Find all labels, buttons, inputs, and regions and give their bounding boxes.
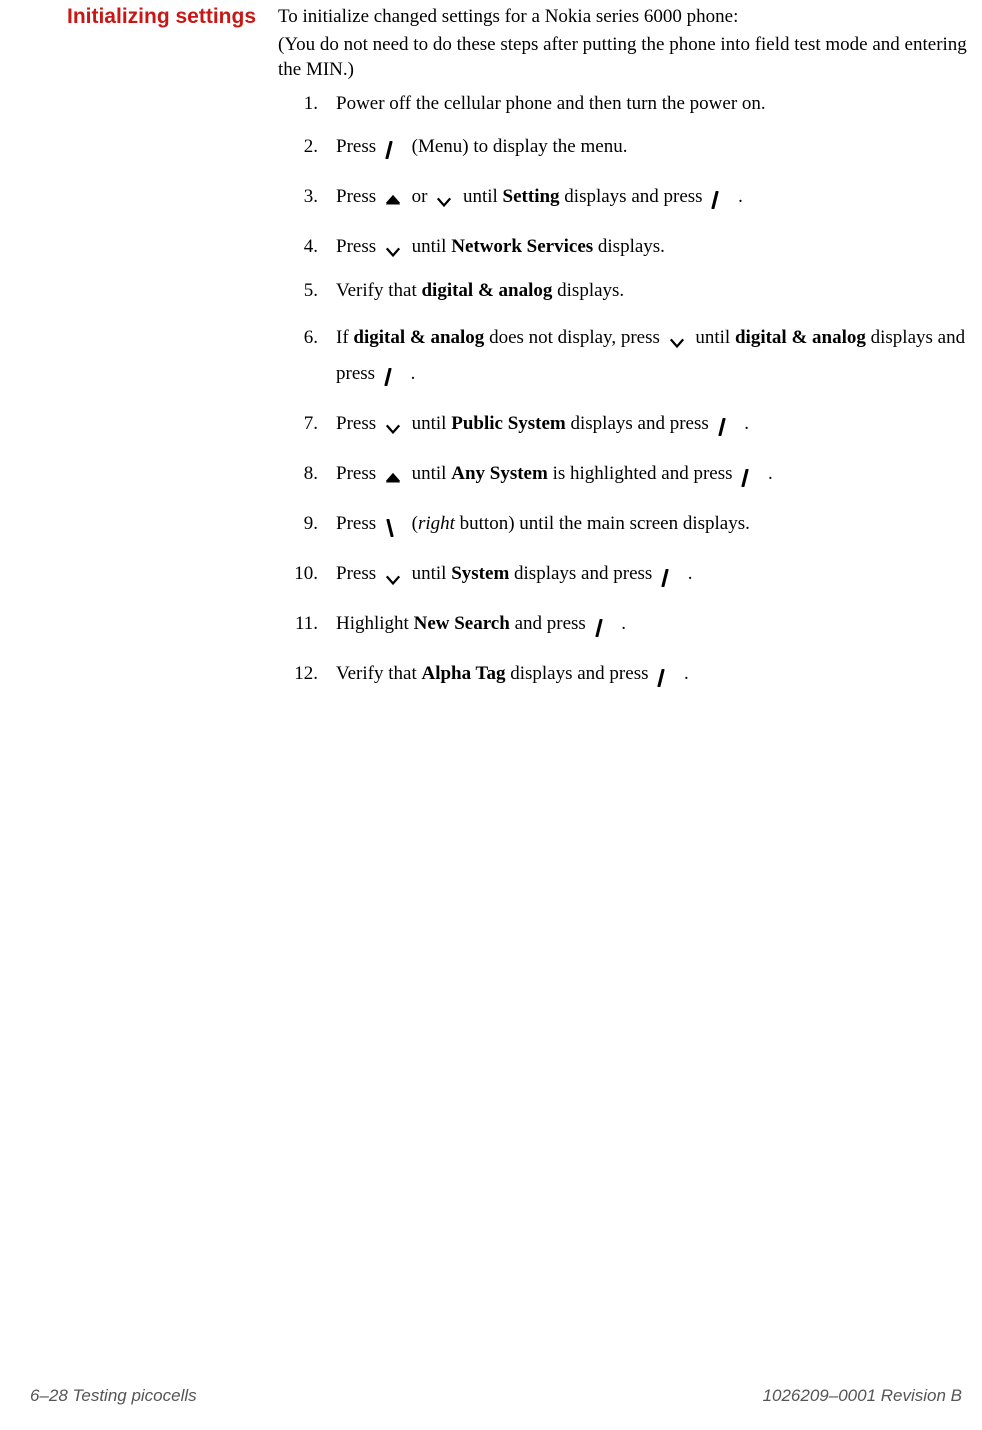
note-text: (You do not need to do these steps after… <box>278 33 972 82</box>
step-5: Verify that digital & analog displays. <box>278 279 972 304</box>
step-1: Power off the cellular phone and then tu… <box>278 92 972 117</box>
step-11: Highlight New Search and press . <box>278 606 972 642</box>
step-8: Press until Any System is highlighted an… <box>278 456 972 492</box>
step-text: . <box>768 463 773 484</box>
step-text: displays and press <box>571 413 714 434</box>
step-text: . <box>688 563 693 584</box>
step-text: button) until the main screen displays. <box>455 513 750 534</box>
step-text: Press <box>336 563 381 584</box>
step-2: Press (Menu) to display the menu. <box>278 129 972 165</box>
step-text: does not display, press <box>489 327 665 348</box>
step-text: Press <box>336 463 381 484</box>
step-text: and press <box>515 613 591 634</box>
down-arrow-icon <box>669 327 687 345</box>
step-10: Press until System displays and press . <box>278 556 972 592</box>
step-text: . <box>738 186 743 207</box>
step-bold: System <box>451 563 509 584</box>
step-bold: Network Services <box>451 236 593 257</box>
step-bold: New Search <box>414 613 510 634</box>
footer-left: 6–28 Testing picocells <box>30 1386 197 1406</box>
menu-key-icon <box>718 413 736 431</box>
menu-key-icon <box>661 564 679 582</box>
main-column: To initialize changed settings for a Nok… <box>278 5 972 706</box>
right-key-icon <box>385 514 403 532</box>
step-text: Highlight <box>336 613 414 634</box>
step-text: until <box>412 236 452 257</box>
up-arrow-icon <box>385 186 403 204</box>
down-arrow-icon <box>385 564 403 582</box>
down-arrow-icon <box>385 236 403 254</box>
step-4: Press until Network Services displays. <box>278 229 972 265</box>
step-text: or <box>412 186 433 207</box>
step-bold: Alpha Tag <box>421 663 505 684</box>
step-12: Verify that Alpha Tag displays and press… <box>278 656 972 692</box>
step-bold: Any System <box>451 463 548 484</box>
footer-right: 1026209–0001 Revision B <box>763 1386 962 1406</box>
menu-key-icon <box>595 614 613 632</box>
step-text: . <box>744 413 749 434</box>
menu-key-icon <box>384 363 402 381</box>
menu-key-icon <box>657 664 675 682</box>
step-text: until <box>695 327 735 348</box>
page-footer: 6–28 Testing picocells 1026209–0001 Revi… <box>30 1386 962 1406</box>
down-arrow-icon <box>436 186 454 204</box>
step-text: Press <box>336 413 381 434</box>
step-text: displays. <box>598 236 665 257</box>
down-arrow-icon <box>385 413 403 431</box>
step-6: If digital & analog does not display, pr… <box>278 320 972 392</box>
step-text: displays and press <box>564 186 707 207</box>
step-text: Verify that <box>336 663 421 684</box>
step-bold: digital & analog <box>735 327 866 348</box>
menu-key-icon <box>385 136 403 154</box>
step-text: If <box>336 327 353 348</box>
step-text: displays and press <box>510 663 653 684</box>
step-7: Press until Public System displays and p… <box>278 406 972 442</box>
step-text: Press <box>336 513 381 534</box>
step-italic: right <box>418 513 455 534</box>
step-text: . <box>411 363 416 384</box>
content-area: Initializing settings To initialize chan… <box>30 5 972 706</box>
step-text: until <box>412 413 452 434</box>
step-text: Press <box>336 136 381 157</box>
section-heading: Initializing settings <box>30 5 260 706</box>
steps-list: Power off the cellular phone and then tu… <box>278 92 972 692</box>
step-text: Press <box>336 236 381 257</box>
step-9: Press (right button) until the main scre… <box>278 506 972 542</box>
step-text: (Menu) to display the menu. <box>412 136 628 157</box>
menu-key-icon <box>741 464 759 482</box>
menu-key-icon <box>711 186 729 204</box>
step-text: displays and press <box>514 563 657 584</box>
step-text: until <box>412 463 452 484</box>
step-bold: digital & analog <box>353 327 484 348</box>
step-text: Power off the cellular phone and then tu… <box>336 93 766 114</box>
step-bold: Setting <box>503 186 560 207</box>
step-3: Press or until Setting displays and pres… <box>278 179 972 215</box>
step-bold: digital & analog <box>421 280 552 301</box>
step-text: is highlighted and press <box>553 463 738 484</box>
up-arrow-icon <box>385 464 403 482</box>
step-bold: Public System <box>451 413 566 434</box>
step-text: until <box>463 186 503 207</box>
intro-text: To initialize changed settings for a Nok… <box>278 5 972 29</box>
step-text: . <box>684 663 689 684</box>
step-text: . <box>621 613 626 634</box>
step-text: until <box>412 563 452 584</box>
step-text: Press <box>336 186 381 207</box>
step-text: Verify that <box>336 280 421 301</box>
step-text: displays. <box>557 280 624 301</box>
